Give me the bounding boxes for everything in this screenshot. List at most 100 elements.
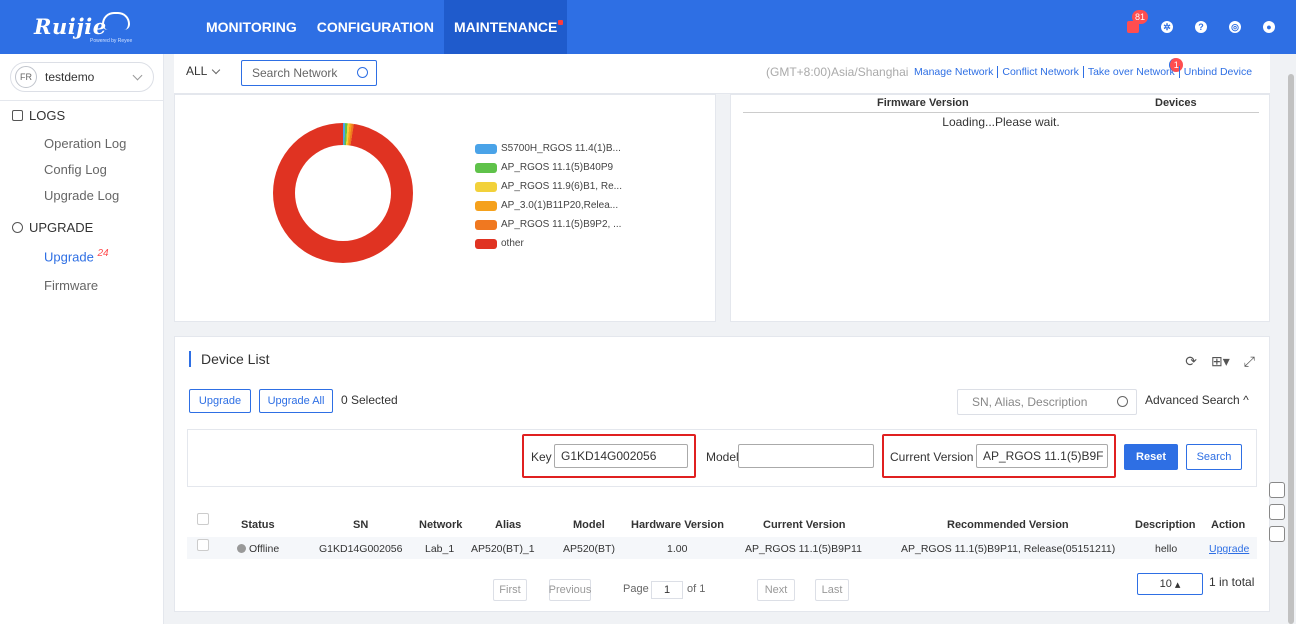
key-input[interactable]: G1KD14G002056 bbox=[554, 444, 688, 468]
device-search-placeholder: SN, Alias, Description bbox=[972, 395, 1088, 409]
main-nav: MONITORING CONFIGURATION MAINTENANCE bbox=[196, 0, 568, 54]
notification-badge: 81 bbox=[1132, 10, 1148, 24]
legend-label: AP_3.0(1)B11P20,Relea... bbox=[501, 200, 619, 211]
firmware-donut-chart bbox=[273, 123, 413, 263]
row-checkbox[interactable] bbox=[197, 539, 209, 551]
legend-item[interactable]: AP_3.0(1)B11P20,Relea... bbox=[475, 196, 622, 215]
current-version-input[interactable]: AP_RGOS 11.1(5)B9F bbox=[976, 444, 1108, 468]
select-all-checkbox[interactable] bbox=[197, 513, 209, 525]
legend-item[interactable]: AP_RGOS 11.1(5)B40P9 bbox=[475, 158, 622, 177]
sidebar: FR testdemo LOGS Operation Log Config Lo… bbox=[0, 54, 164, 624]
sidebar-item-config-log[interactable]: Config Log bbox=[44, 162, 107, 177]
col-sn: SN bbox=[353, 519, 369, 531]
nav-maintenance[interactable]: MAINTENANCE bbox=[443, 0, 568, 54]
unbind-device-link[interactable]: Unbind Device bbox=[1178, 66, 1256, 78]
reset-button[interactable]: Reset bbox=[1124, 444, 1178, 470]
legend-item[interactable]: other bbox=[475, 234, 622, 253]
chevron-down-icon bbox=[132, 70, 143, 80]
scope-dropdown[interactable]: ALL bbox=[186, 64, 221, 78]
globe-icon[interactable]: ◎ bbox=[1226, 18, 1244, 36]
cell-network: Lab_1 bbox=[425, 543, 455, 555]
firmware-version-header: Firmware Version bbox=[877, 97, 969, 109]
conflict-network-link[interactable]: Conflict Network bbox=[997, 66, 1082, 78]
manage-network-link[interactable]: Manage Network bbox=[914, 66, 997, 78]
cell-model: AP520(BT) bbox=[563, 543, 615, 555]
last-page-button[interactable]: Last bbox=[815, 579, 849, 601]
legend-label: AP_RGOS 11.9(6)B1, Re... bbox=[501, 181, 622, 192]
sidebar-group-upgrade[interactable]: UPGRADE bbox=[12, 220, 93, 235]
key-label: Key bbox=[531, 450, 552, 464]
legend-swatch bbox=[475, 181, 497, 192]
network-filter-bar: ALL Search Network (GMT+8:00)Asia/Shangh… bbox=[174, 54, 1270, 94]
sidebar-item-upgrade-log[interactable]: Upgrade Log bbox=[44, 188, 119, 203]
legend-swatch bbox=[475, 162, 497, 173]
col-hardware-version: Hardware Version bbox=[631, 519, 724, 531]
upgrade-icon bbox=[12, 222, 23, 233]
search-network-input[interactable]: Search Network bbox=[241, 60, 377, 86]
next-page-button[interactable]: Next bbox=[757, 579, 795, 601]
timezone-label: (GMT+8:00)Asia/Shanghai bbox=[766, 65, 909, 79]
support-headset-icon[interactable] bbox=[1269, 526, 1285, 542]
scope-value: ALL bbox=[186, 64, 208, 78]
legend-label: S5700H_RGOS 11.4(1)B... bbox=[501, 143, 621, 154]
legend-item[interactable]: S5700H_RGOS 11.4(1)B... bbox=[475, 139, 622, 158]
cell-sn: G1KD14G002056 bbox=[319, 543, 403, 555]
sidebar-group-logs[interactable]: LOGS bbox=[12, 108, 65, 123]
device-search-input[interactable]: SN, Alias, Description bbox=[957, 389, 1137, 415]
help-icon[interactable]: ? bbox=[1192, 18, 1210, 36]
mail-icon[interactable] bbox=[1269, 482, 1285, 498]
network-links: Manage Network Conflict Network Take ove… bbox=[914, 58, 1256, 78]
gear-glyph: ✲ bbox=[1161, 21, 1173, 33]
nav-monitoring[interactable]: MONITORING bbox=[196, 0, 307, 54]
page-scrollbar[interactable] bbox=[1288, 74, 1294, 624]
notification-icon[interactable]: 81 bbox=[1124, 10, 1148, 36]
advanced-search-toggle[interactable]: Advanced Search ^ bbox=[1145, 393, 1249, 407]
model-input[interactable] bbox=[738, 444, 874, 468]
search-network-placeholder: Search Network bbox=[252, 66, 338, 80]
first-page-button[interactable]: First bbox=[493, 579, 527, 601]
upgrade-all-button[interactable]: Upgrade All bbox=[259, 389, 333, 413]
chevron-up-icon: ▴ bbox=[1171, 578, 1181, 591]
fullscreen-icon[interactable]: ⤢ bbox=[1244, 353, 1255, 370]
search-icon[interactable] bbox=[357, 67, 368, 78]
project-selector[interactable]: FR testdemo bbox=[10, 62, 154, 92]
device-list-title: Device List bbox=[189, 351, 269, 367]
page-size-select[interactable]: 10 ▴ bbox=[1137, 573, 1203, 595]
calendar-icon bbox=[12, 110, 23, 121]
sidebar-group-upgrade-label: UPGRADE bbox=[29, 220, 94, 235]
cell-status: Offline bbox=[237, 543, 279, 555]
col-status[interactable]: Status bbox=[241, 519, 275, 531]
nav-configuration[interactable]: CONFIGURATION bbox=[307, 0, 444, 54]
refresh-icon[interactable]: ⟳ bbox=[1185, 353, 1197, 370]
previous-page-button[interactable]: Previous bbox=[549, 579, 591, 601]
page-label: Page bbox=[623, 583, 649, 595]
feedback-icon[interactable] bbox=[1269, 504, 1285, 520]
sidebar-item-upgrade[interactable]: Upgrade 24 bbox=[44, 248, 109, 264]
search-icon[interactable] bbox=[1117, 396, 1128, 407]
sidebar-item-operation-log[interactable]: Operation Log bbox=[44, 136, 126, 151]
legend-swatch bbox=[475, 219, 497, 230]
take-over-network-link[interactable]: Take over Network 1 bbox=[1082, 58, 1183, 78]
logo-text: Ruijie bbox=[34, 14, 107, 39]
chevron-down-icon bbox=[212, 65, 221, 74]
settings-gear-icon[interactable]: ✲ bbox=[1158, 18, 1176, 36]
legend-item[interactable]: AP_RGOS 11.1(5)B9P2, ... bbox=[475, 215, 622, 234]
legend-swatch bbox=[475, 238, 497, 249]
firmware-distribution-panel: S5700H_RGOS 11.4(1)B... AP_RGOS 11.1(5)B4… bbox=[174, 94, 716, 322]
search-button[interactable]: Search bbox=[1186, 444, 1242, 470]
upgrade-button[interactable]: Upgrade bbox=[189, 389, 251, 413]
user-icon[interactable]: ● bbox=[1260, 18, 1278, 36]
loading-text: Loading...Please wait. bbox=[942, 115, 1060, 129]
device-list-panel: Device List ⟳ ⊞▾ ⤢ Upgrade Upgrade All 0… bbox=[174, 336, 1270, 612]
column-settings-icon[interactable]: ⊞▾ bbox=[1211, 353, 1230, 370]
row-upgrade-link[interactable]: Upgrade bbox=[1209, 543, 1249, 555]
legend-item[interactable]: AP_RGOS 11.9(6)B1, Re... bbox=[475, 177, 622, 196]
page-number-input[interactable]: 1 bbox=[651, 581, 683, 599]
logo-cloud-icon bbox=[102, 12, 130, 30]
globe-glyph: ◎ bbox=[1229, 21, 1241, 33]
ruijie-logo[interactable]: Ruijie Powered by Reyee bbox=[28, 8, 154, 46]
sidebar-item-firmware[interactable]: Firmware bbox=[44, 278, 98, 293]
device-list-tools: ⟳ ⊞▾ ⤢ bbox=[1185, 353, 1255, 370]
header-icons: 81 ✲ ? ◎ ● bbox=[1124, 0, 1278, 54]
sidebar-divider bbox=[0, 100, 164, 101]
